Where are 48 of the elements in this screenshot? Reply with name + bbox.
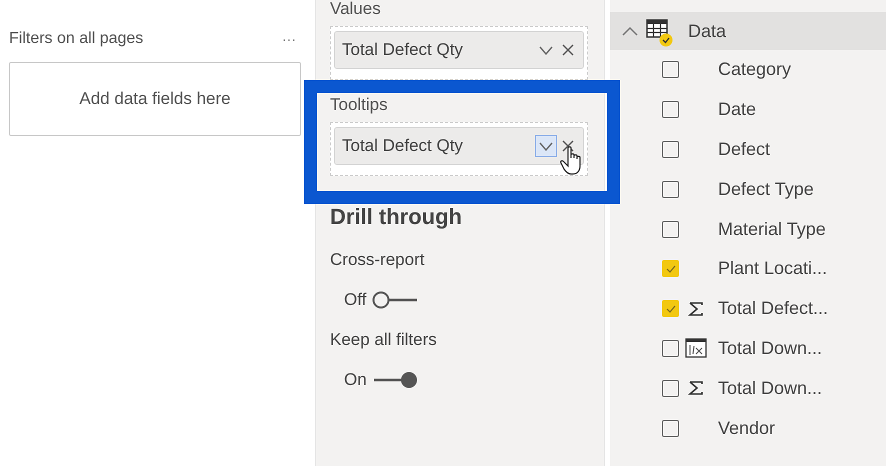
field-name[interactable]: Date [718,99,756,120]
checkbox[interactable] [662,420,679,437]
well-label: Values [330,0,382,18]
toggle-label: Cross-report [330,250,426,270]
checkbox[interactable] [662,61,679,78]
drop-zone[interactable]: Add data fields here [9,62,301,136]
field-name[interactable]: Category [718,59,792,80]
sigma-icon [688,380,704,396]
checkbox[interactable] [662,340,679,357]
toggle-state: On [344,370,367,390]
toggle-label: Keep all filters [330,330,438,350]
checkbox[interactable] [662,140,679,158]
checkbox[interactable] [662,220,679,238]
checkbox[interactable] [662,380,679,397]
checkmark-icon [666,304,676,313]
filters-heading: Filters on all pages [9,30,144,48]
table-icon [646,19,674,47]
field-name[interactable]: Plant Locati... [718,258,828,280]
checkbox[interactable] [662,101,679,118]
field-pill[interactable]: Total Defect Qty [334,31,584,69]
field-name[interactable]: Total Defect... [718,298,828,320]
caret-icon[interactable] [622,26,638,36]
field-name[interactable]: Defect Type [718,178,814,200]
close-icon [562,140,574,152]
sigma-icon [688,300,704,317]
checkmark-icon [666,264,676,273]
more-options-button[interactable]: ··· [282,31,296,47]
dropdown-button[interactable] [535,135,557,157]
field-name[interactable]: Total Down... [718,378,822,399]
table-header[interactable]: Data [610,12,886,50]
field-name: Total Defect Qty [342,40,464,60]
checkbox[interactable] [662,180,679,198]
field-name[interactable]: Vendor [718,418,776,439]
table-name: Data [688,20,726,42]
calculated-table-icon [685,338,707,358]
field-name[interactable]: Defect [718,138,770,160]
well-label: Tooltips [330,96,389,114]
field-name[interactable]: Material Type [718,218,826,240]
field-name[interactable]: Total Down... [718,338,822,359]
section-heading: Drill through [330,204,463,230]
field-name: Total Defect Qty [342,136,464,156]
field-pill[interactable]: Total Defect Qty [334,127,584,165]
chevron-down-icon [539,142,553,150]
close-icon [562,44,574,56]
toggle-switch[interactable] [372,371,419,389]
toggle-state: Off [344,290,366,310]
chevron-down-icon [539,46,553,54]
toggle-switch[interactable] [372,291,418,309]
